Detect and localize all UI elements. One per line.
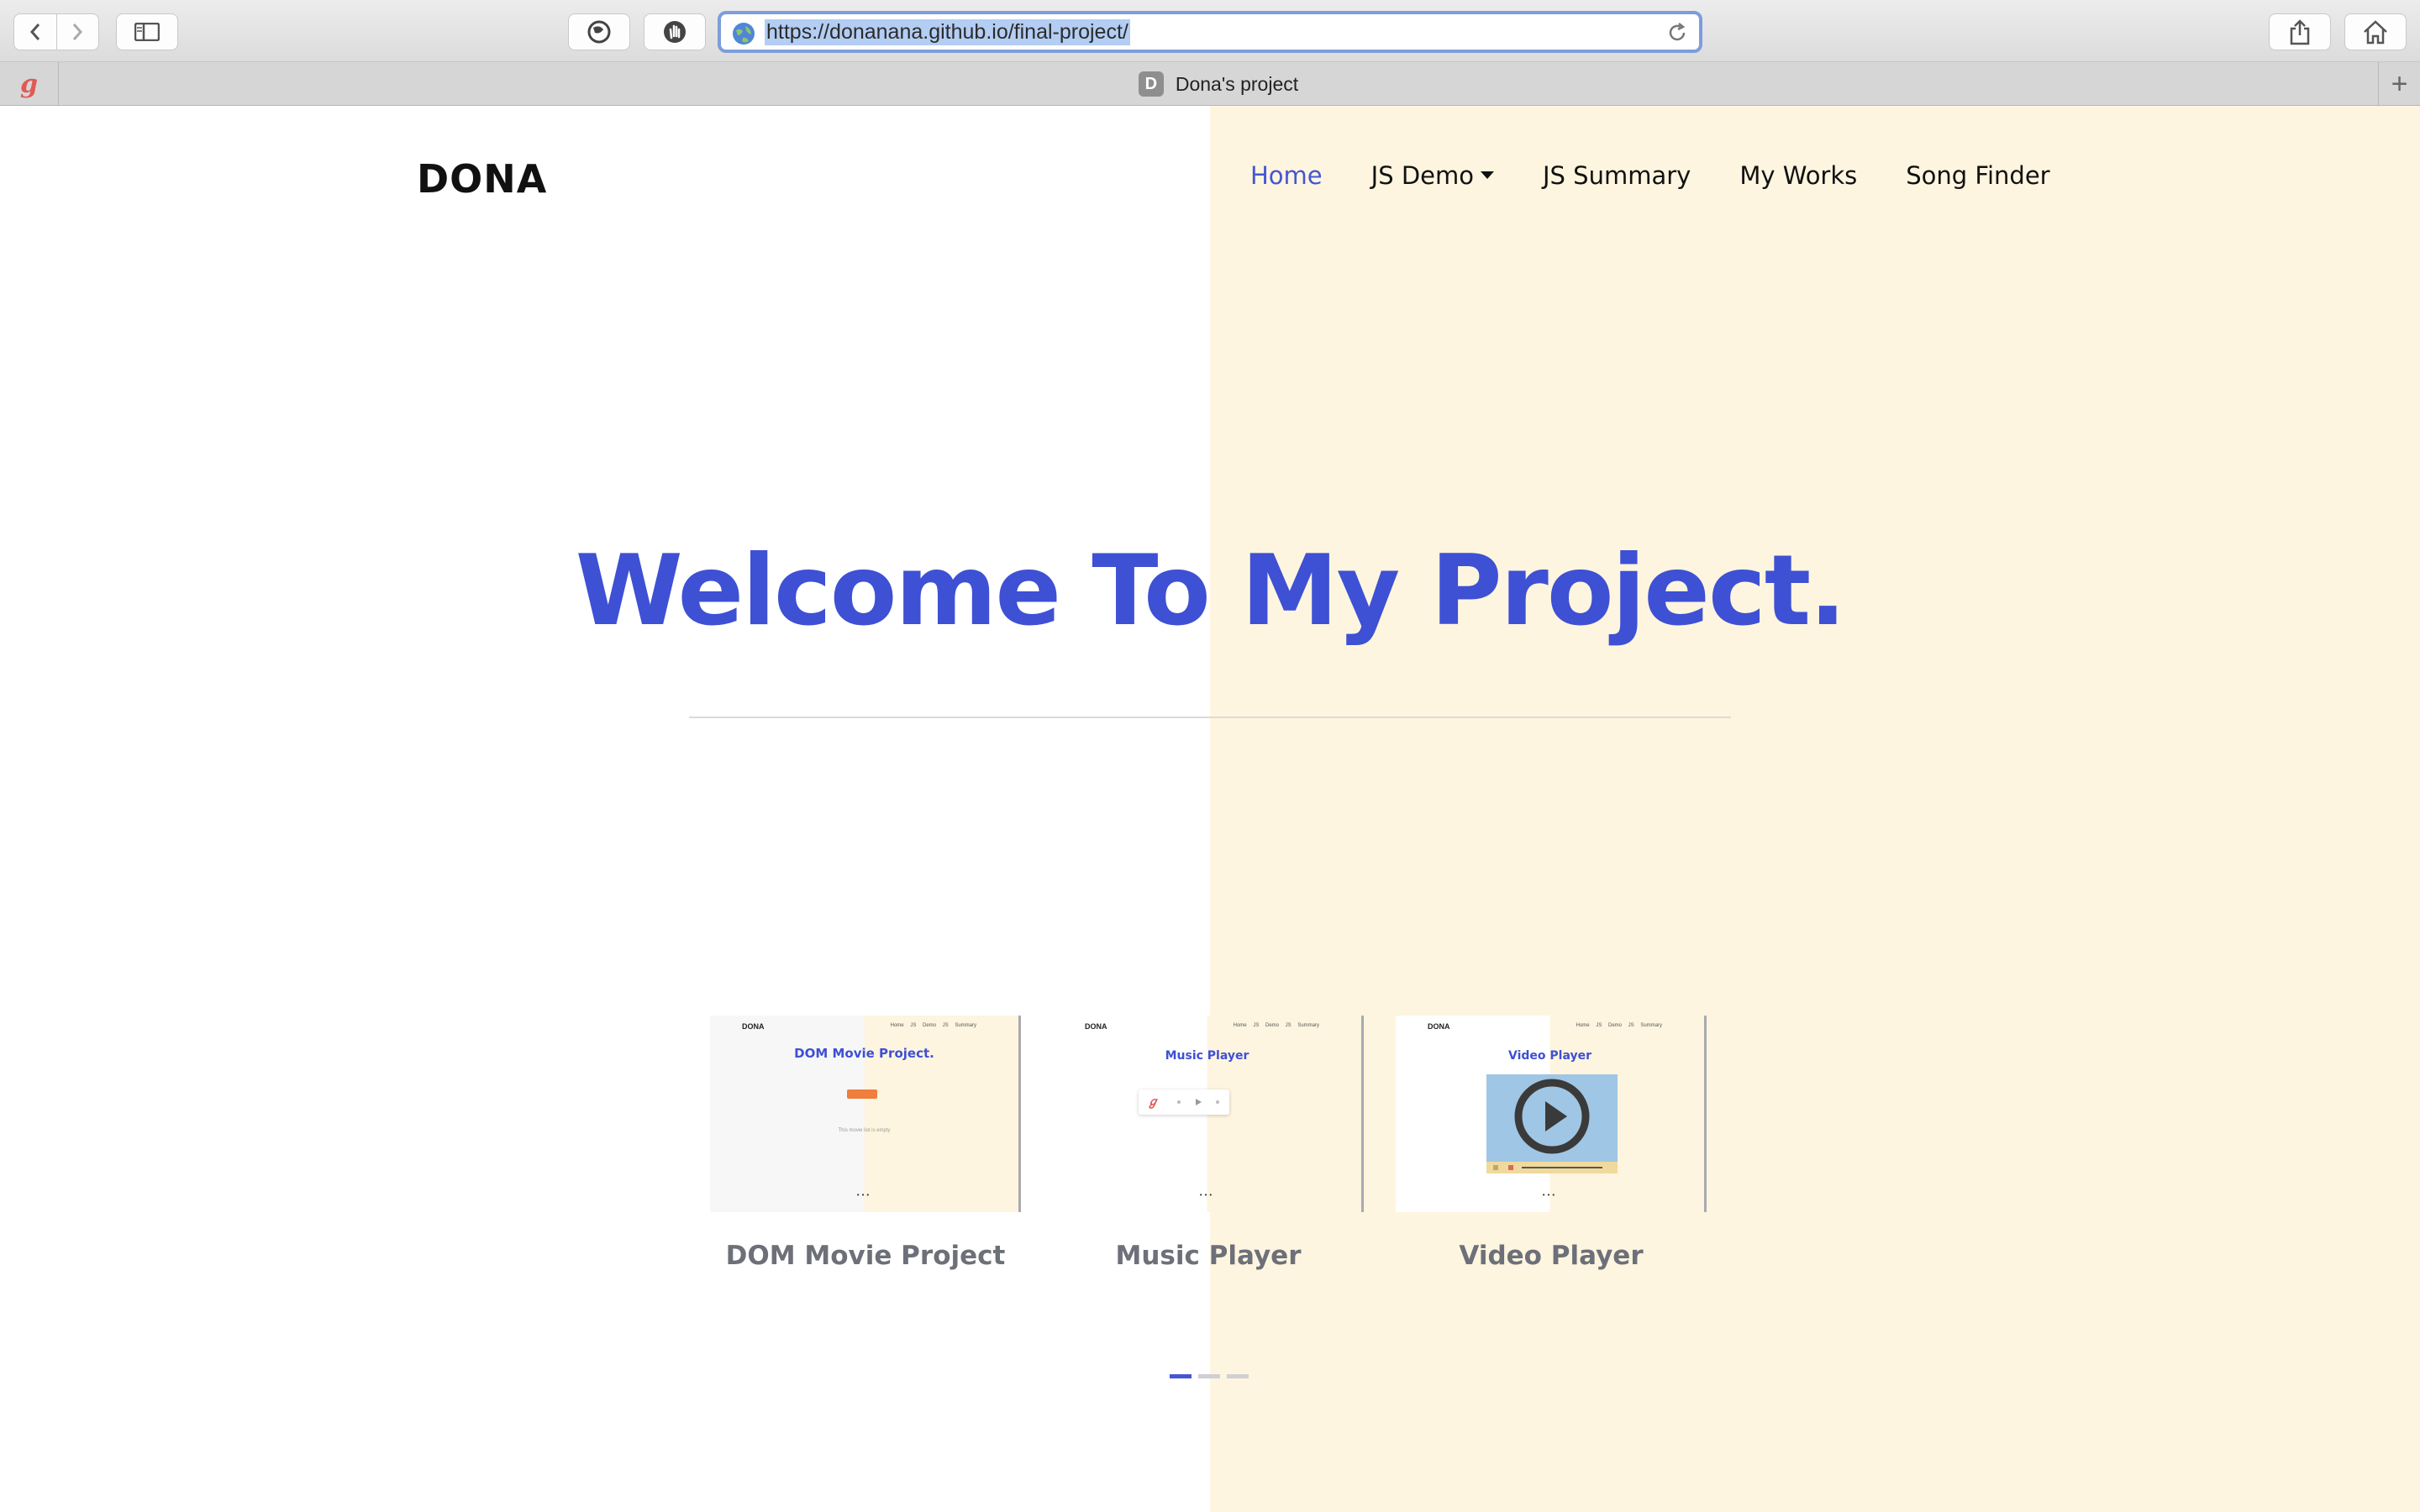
thumb-caption: This movie list is empty <box>838 1128 891 1133</box>
reload-icon[interactable] <box>1665 21 1689 45</box>
new-tab-button[interactable]: + <box>2378 62 2420 106</box>
nav-link-home[interactable]: Home <box>1250 161 1323 190</box>
nav-link-js-demo[interactable]: JS Demo <box>1371 161 1494 190</box>
thumb-title: Music Player <box>1165 1049 1249 1063</box>
share-button[interactable] <box>2269 13 2331 50</box>
share-icon <box>2290 19 2310 45</box>
thumb-button <box>847 1089 877 1099</box>
back-button[interactable] <box>14 14 56 50</box>
chevron-left-icon <box>29 24 39 40</box>
play-circle-icon <box>1514 1079 1590 1154</box>
project-card-video-player[interactable]: DONA Home JS Demo JS Summary Video Playe… <box>1396 1016 1707 1271</box>
globe-icon <box>733 23 755 45</box>
thumb-dots: ••• <box>1542 1191 1558 1199</box>
nav-link-js-demo-label: JS Demo <box>1370 161 1474 190</box>
home-button[interactable] <box>2344 13 2407 50</box>
carousel-indicator-2[interactable] <box>1198 1374 1220 1378</box>
thumb-video-controls <box>1486 1162 1618 1173</box>
extension-button-1[interactable] <box>568 13 630 50</box>
url-text: https://donanana.github.io/final-project… <box>765 18 1130 45</box>
address-bar[interactable]: https://donanana.github.io/final-project… <box>718 11 1702 53</box>
thumb-nav: Home JS Demo JS Summary <box>1576 1023 1662 1028</box>
carousel-indicator-3[interactable] <box>1227 1374 1249 1378</box>
thumb-title: Video Player <box>1508 1049 1591 1063</box>
hand-icon <box>664 21 686 43</box>
play-controls-icon <box>1177 1099 1219 1105</box>
pinned-tab-icon: g <box>20 69 38 99</box>
music-logo-icon: ℊ <box>1147 1095 1159 1109</box>
browser-toolbar: https://donanana.github.io/final-project… <box>0 0 2420 62</box>
home-icon <box>2364 20 2387 45</box>
project-card-title[interactable]: Video Player <box>1396 1241 1707 1271</box>
carousel-indicators <box>1170 1374 1249 1378</box>
project-thumbnail[interactable]: DONA Home JS Demo JS Summary Video Playe… <box>1396 1016 1707 1212</box>
thumb-player-widget: ℊ <box>1139 1089 1229 1115</box>
active-tab[interactable]: D Dona's project <box>59 62 2378 106</box>
thumb-brand: DONA <box>1428 1022 1450 1031</box>
extension-globe-icon <box>587 20 611 44</box>
project-thumbnail[interactable]: DONA Home JS Demo JS Summary Music Playe… <box>1053 1016 1364 1212</box>
history-buttons <box>13 13 99 50</box>
thumb-dots: ••• <box>1199 1191 1215 1199</box>
site-brand[interactable]: DONA <box>417 156 547 202</box>
pinned-tab[interactable]: g <box>0 62 59 106</box>
project-thumbnail[interactable]: DONA Home JS Demo JS Summary DOM Movie P… <box>710 1016 1021 1212</box>
project-card-title[interactable]: Music Player <box>1053 1241 1364 1271</box>
carousel-indicator-1[interactable] <box>1170 1374 1192 1378</box>
thumb-title: DOM Movie Project. <box>794 1046 934 1061</box>
sidebar-button[interactable] <box>116 13 178 50</box>
web-page: DONA Home JS Demo JS Summary My Works So… <box>0 106 2420 1512</box>
thumb-video-frame <box>1486 1074 1618 1173</box>
extension-button-2[interactable] <box>644 13 706 50</box>
tab-bar: g D Dona's project + <box>0 62 2420 106</box>
site-favicon-icon: D <box>1138 71 1164 97</box>
project-card-title[interactable]: DOM Movie Project <box>710 1241 1021 1271</box>
hero-divider <box>689 717 1731 718</box>
site-nav: Home JS Demo JS Summary My Works Song Fi… <box>1250 161 2050 190</box>
thumb-dots: ••• <box>856 1191 872 1199</box>
forward-button[interactable] <box>55 14 99 50</box>
project-card-dom-movie[interactable]: DONA Home JS Demo JS Summary DOM Movie P… <box>710 1016 1021 1271</box>
nav-link-song-finder[interactable]: Song Finder <box>1906 161 2049 190</box>
caret-down-icon <box>1480 171 1494 179</box>
thumb-nav: Home JS Demo JS Summary <box>890 1023 976 1028</box>
nav-link-js-summary[interactable]: JS Summary <box>1543 161 1691 190</box>
nav-link-my-works[interactable]: My Works <box>1739 161 1857 190</box>
project-carousel: DONA Home JS Demo JS Summary DOM Movie P… <box>710 1016 1707 1271</box>
chevron-right-icon <box>73 24 83 40</box>
hero-title: Welcome To My Project. <box>575 534 1847 648</box>
tab-title: Dona's project <box>1175 72 1299 95</box>
thumb-nav: Home JS Demo JS Summary <box>1233 1023 1319 1028</box>
sidebar-icon <box>134 23 160 41</box>
thumb-brand: DONA <box>742 1022 765 1031</box>
thumb-brand: DONA <box>1085 1022 1107 1031</box>
project-card-music-player[interactable]: DONA Home JS Demo JS Summary Music Playe… <box>1053 1016 1364 1271</box>
